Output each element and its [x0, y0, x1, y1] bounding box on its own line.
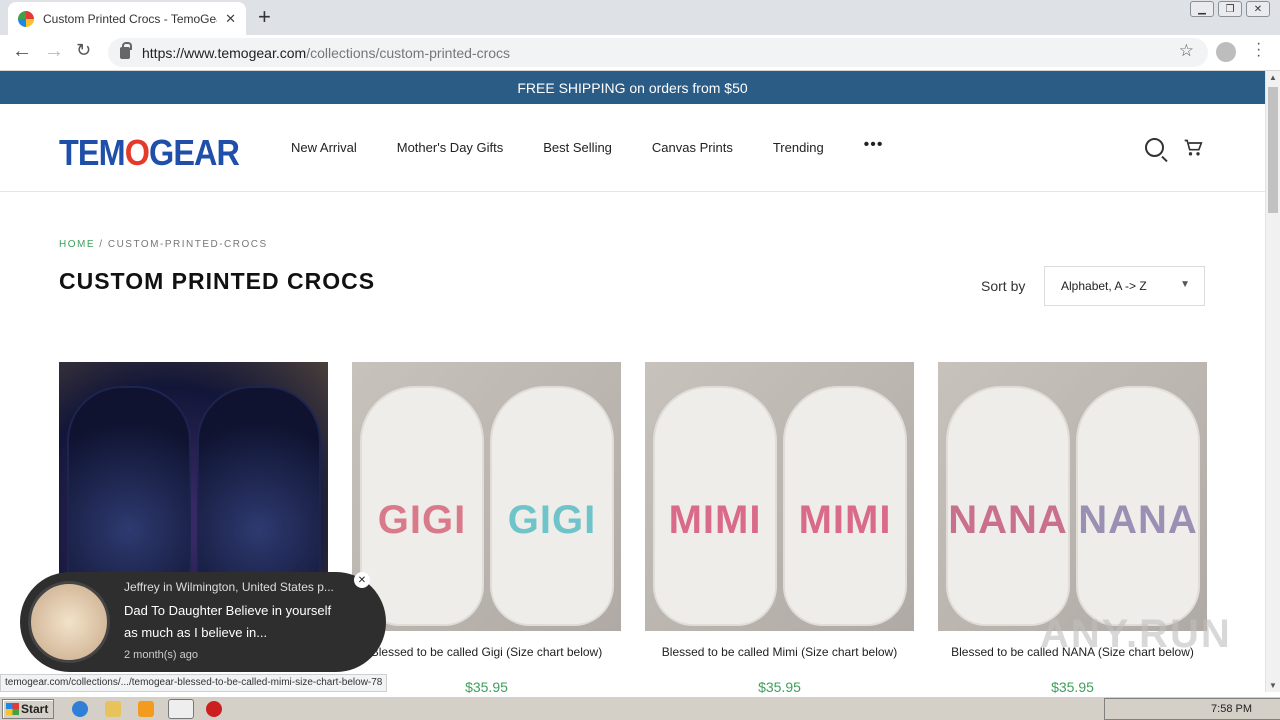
nav-new-arrival[interactable]: New Arrival — [291, 140, 357, 155]
popup-close-icon[interactable]: ✕ — [354, 572, 370, 588]
recent-sale-popup[interactable]: Jeffrey in Wilmington, United States p..… — [20, 572, 386, 672]
main-nav: New Arrival Mother's Day Gifts Best Sell… — [291, 136, 883, 155]
ie-icon[interactable] — [72, 701, 88, 717]
minimize-icon[interactable]: ▁ — [1190, 1, 1214, 17]
chrome-taskbar-button[interactable] — [168, 699, 194, 719]
lock-icon — [120, 41, 132, 59]
breadcrumb-home[interactable]: HOME — [59, 239, 95, 250]
logo-text-3: GEAR — [149, 132, 240, 173]
sort-label: Sort by — [981, 278, 1026, 294]
shoe-left: MIMI — [653, 386, 777, 626]
warning-app-icon[interactable] — [206, 701, 222, 717]
product-image[interactable]: NANA NANA — [938, 362, 1207, 631]
shoe-print-text: NANA — [948, 498, 1068, 542]
reload-icon[interactable]: ↻ — [76, 40, 91, 61]
bookmark-star-icon[interactable]: ☆ — [1179, 41, 1194, 61]
shoe-print-text: GIGI — [507, 498, 597, 542]
product-image[interactable]: GIGI GIGI — [352, 362, 621, 631]
browser-toolbar: ← → ↻ https://www.temogear.com/collectio… — [0, 35, 1280, 71]
clock: 7:58 PM — [1211, 703, 1252, 715]
browser-tab[interactable]: Custom Printed Crocs - TemoGearSt ✕ — [8, 2, 246, 35]
folder-icon[interactable] — [105, 701, 121, 717]
breadcrumb-current: CUSTOM-PRINTED-CROCS — [107, 239, 268, 250]
shoe-right: GIGI — [490, 386, 614, 626]
product-price: $35.95 — [758, 679, 801, 695]
profile-avatar-icon[interactable] — [1216, 42, 1236, 62]
shoe-left: GIGI — [360, 386, 484, 626]
product-card[interactable]: GIGI GIGI Blessed to be called Gigi (Siz… — [352, 362, 621, 695]
breadcrumb: HOME / CUSTOM-PRINTED-CROCS — [59, 239, 268, 250]
popup-product-thumbnail[interactable] — [28, 581, 110, 663]
status-bar-url: temogear.com/collections/.../temogear-bl… — [0, 674, 388, 692]
product-title[interactable]: Blessed to be called Mimi (Size chart be… — [645, 645, 914, 659]
product-image[interactable]: MIMI MIMI — [645, 362, 914, 631]
nav-canvas-prints[interactable]: Canvas Prints — [652, 140, 733, 155]
search-icon[interactable] — [1145, 138, 1164, 157]
shoe-left: NANA — [946, 386, 1070, 626]
chevron-down-icon: ▼ — [1180, 279, 1190, 290]
popup-customer: Jeffrey in Wilmington, United States p..… — [124, 580, 334, 594]
product-price: $35.95 — [465, 679, 508, 695]
cart-icon[interactable] — [1183, 137, 1203, 159]
scroll-up-icon[interactable]: ▲ — [1269, 73, 1277, 82]
scroll-down-icon[interactable]: ▼ — [1269, 681, 1277, 690]
announcement-bar: FREE SHIPPING on orders from $50 — [0, 71, 1265, 104]
shoe-right: NANA — [1076, 386, 1200, 626]
shoe-print-text: GIGI — [377, 498, 467, 542]
start-button[interactable]: Start — [2, 699, 54, 719]
nav-mothers-day-gifts[interactable]: Mother's Day Gifts — [397, 140, 504, 155]
shoe-print-text: MIMI — [798, 498, 892, 542]
nav-more-icon[interactable]: ••• — [864, 136, 884, 155]
logo-text-2: O — [124, 132, 150, 173]
site-header: TEMOGEAR New Arrival Mother's Day Gifts … — [0, 104, 1265, 192]
forward-icon[interactable]: → — [44, 40, 64, 63]
site-favicon-icon — [18, 10, 34, 27]
scrollbar-thumb[interactable] — [1268, 87, 1278, 213]
back-icon[interactable]: ← — [12, 40, 32, 63]
sort-select[interactable]: Alphabet, A -> Z ▼ — [1044, 266, 1205, 306]
tab-close-icon[interactable]: ✕ — [225, 11, 236, 27]
restore-icon[interactable]: ❐ — [1218, 1, 1242, 17]
breadcrumb-separator: / — [95, 239, 108, 250]
page-scrollbar[interactable]: ▲ ▼ — [1265, 71, 1280, 692]
url-path: /collections/custom-printed-crocs — [306, 44, 511, 61]
product-title[interactable]: Blessed to be called Gigi (Size chart be… — [352, 645, 621, 659]
product-card[interactable]: MIMI MIMI Blessed to be called Mimi (Siz… — [645, 362, 914, 695]
window-controls: ▁ ❐ ✕ — [1190, 1, 1270, 17]
sort-value: Alphabet, A -> Z — [1061, 279, 1147, 293]
shoe-print-text: NANA — [1078, 498, 1198, 542]
shoe-print-text: MIMI — [668, 498, 762, 542]
address-bar[interactable]: https://www.temogear.com/collections/cus… — [108, 38, 1208, 67]
page-title: CUSTOM PRINTED CROCS — [59, 268, 376, 294]
windows-logo-icon — [6, 703, 19, 715]
media-player-icon[interactable] — [138, 701, 154, 717]
logo-text-1: TEM — [59, 132, 126, 173]
browser-menu-icon[interactable]: · · · — [1256, 36, 1261, 64]
browser-tab-bar: Custom Printed Crocs - TemoGearSt ✕ + ▁ … — [0, 0, 1280, 35]
window-close-icon[interactable]: ✕ — [1246, 1, 1270, 17]
nav-best-selling[interactable]: Best Selling — [543, 140, 612, 155]
system-tray: 7:58 PM — [1104, 698, 1280, 720]
new-tab-icon[interactable]: + — [258, 4, 271, 30]
watermark: ANY.RUN — [1040, 612, 1232, 656]
product-price: $35.95 — [1051, 679, 1094, 695]
site-logo[interactable]: TEMOGEAR — [59, 132, 240, 174]
nav-trending[interactable]: Trending — [773, 140, 824, 155]
windows-taskbar: Start 7:58 PM — [0, 696, 1280, 720]
url-host: https://www.temogear.com — [142, 44, 307, 61]
popup-product-name[interactable]: Dad To Daughter Believe in yourself as m… — [124, 600, 344, 644]
start-label: Start — [21, 702, 49, 716]
popup-time: 2 month(s) ago — [124, 649, 198, 661]
tab-title: Custom Printed Crocs - TemoGearSt — [43, 11, 217, 26]
shoe-right: MIMI — [783, 386, 907, 626]
